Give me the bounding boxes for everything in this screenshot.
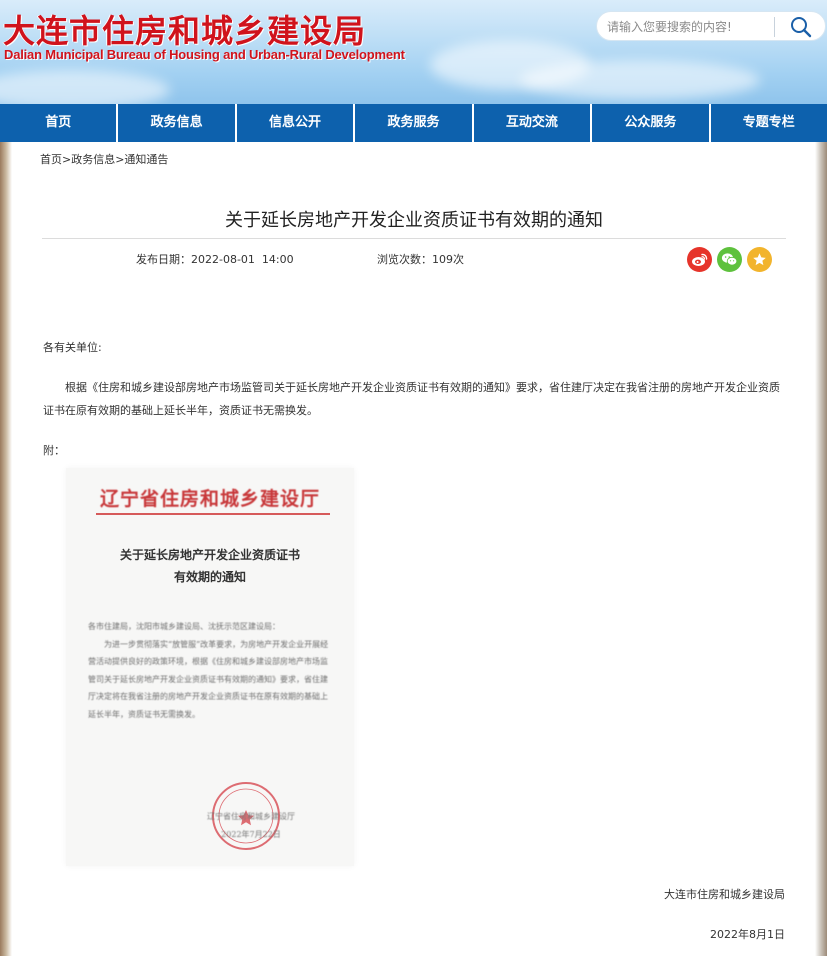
signature-date: 2022年8月1日 [710, 928, 785, 941]
nav-item-public-services[interactable]: 公众服务 [592, 104, 711, 142]
nav-item-info-disclosure[interactable]: 信息公开 [237, 104, 356, 142]
doc-red-rule [96, 513, 330, 515]
view-count-label: 浏览次数： [377, 253, 432, 266]
search-input[interactable] [607, 16, 772, 38]
article-title: 关于延长房地产开发企业资质证书有效期的通知 [225, 210, 603, 231]
share-wechat-button[interactable] [717, 247, 742, 272]
publish-date: 发布日期：2022-08-01 14:00 [136, 251, 294, 267]
main-nav: 首页 政务信息 信息公开 政务服务 互动交流 公众服务 专题专栏 [0, 104, 827, 142]
signature-organization: 大连市住房和城乡建设局 [664, 888, 785, 901]
doc-heading: 辽宁省住房和城乡建设厅 [99, 488, 320, 510]
doc-title-line: 关于延长房地产开发企业资质证书 [119, 548, 300, 562]
doc-paragraph: 为进一步贯彻落实“放管服”改革要求，为房地产开发企业开展经营活动提供良好的政策环… [88, 639, 329, 719]
attachment-label: 附： [43, 444, 65, 457]
doc-sign-date: 2022年7月22日 [221, 830, 281, 839]
publish-date-label: 发布日期： [136, 253, 191, 266]
wechat-icon [721, 253, 738, 266]
publish-date-value: 2022-08-01 14:00 [191, 253, 294, 266]
doc-addressee: 各市住建局，沈阳市城乡建设局、沈抚示范区建设局： [88, 622, 280, 631]
site-header: 大连市住房和城乡建设局 Dalian Municipal Bureau of H… [0, 0, 827, 104]
doc-body: 各市住建局，沈阳市城乡建设局、沈抚示范区建设局： 为进一步贯彻落实“放管服”改革… [88, 618, 332, 723]
attachment-document-image[interactable]: 辽宁省住房和城乡建设厅 关于延长房地产开发企业资质证书 有效期的通知 各市住建局… [66, 468, 354, 866]
doc-sign-org: 辽宁省住房和城乡建设厅 [207, 812, 295, 821]
nav-item-government-services[interactable]: 政务服务 [355, 104, 474, 142]
nav-item-home[interactable]: 首页 [0, 104, 119, 142]
site-logo-title[interactable]: 大连市住房和城乡建设局 [3, 6, 366, 52]
header-cloud [0, 70, 170, 104]
nav-item-government-info[interactable]: 政务信息 [118, 104, 237, 142]
search-icon [791, 17, 812, 38]
share-weibo-button[interactable] [687, 247, 712, 272]
doc-title-line: 有效期的通知 [173, 570, 246, 584]
add-favorite-button[interactable] [747, 247, 772, 272]
search-box [596, 11, 826, 41]
title-divider [42, 238, 786, 239]
header-cloud [520, 60, 760, 100]
view-count-value: 109次 [432, 253, 464, 266]
doc-title: 关于延长房地产开发企业资质证书 有效期的通知 [66, 544, 354, 588]
search-divider [774, 17, 775, 37]
star-icon [753, 253, 766, 266]
doc-signature: 辽宁省住房和城乡建设厅 2022年7月22日 [196, 808, 306, 844]
site-logo-subtitle: Dalian Municipal Bureau of Housing and U… [4, 47, 405, 62]
weibo-icon [692, 253, 708, 266]
breadcrumb[interactable]: 首页>政务信息>通知通告 [40, 151, 168, 167]
view-count: 浏览次数：109次 [377, 251, 464, 267]
nav-item-interaction[interactable]: 互动交流 [474, 104, 593, 142]
search-button[interactable] [781, 14, 821, 40]
nav-item-special-topics[interactable]: 专题专栏 [711, 104, 827, 142]
article-body: 根据《住房和城乡建设部房地产市场监管司关于延长房地产开发企业资质证书有效期的通知… [43, 381, 780, 417]
salutation: 各有关单位: [43, 341, 102, 354]
